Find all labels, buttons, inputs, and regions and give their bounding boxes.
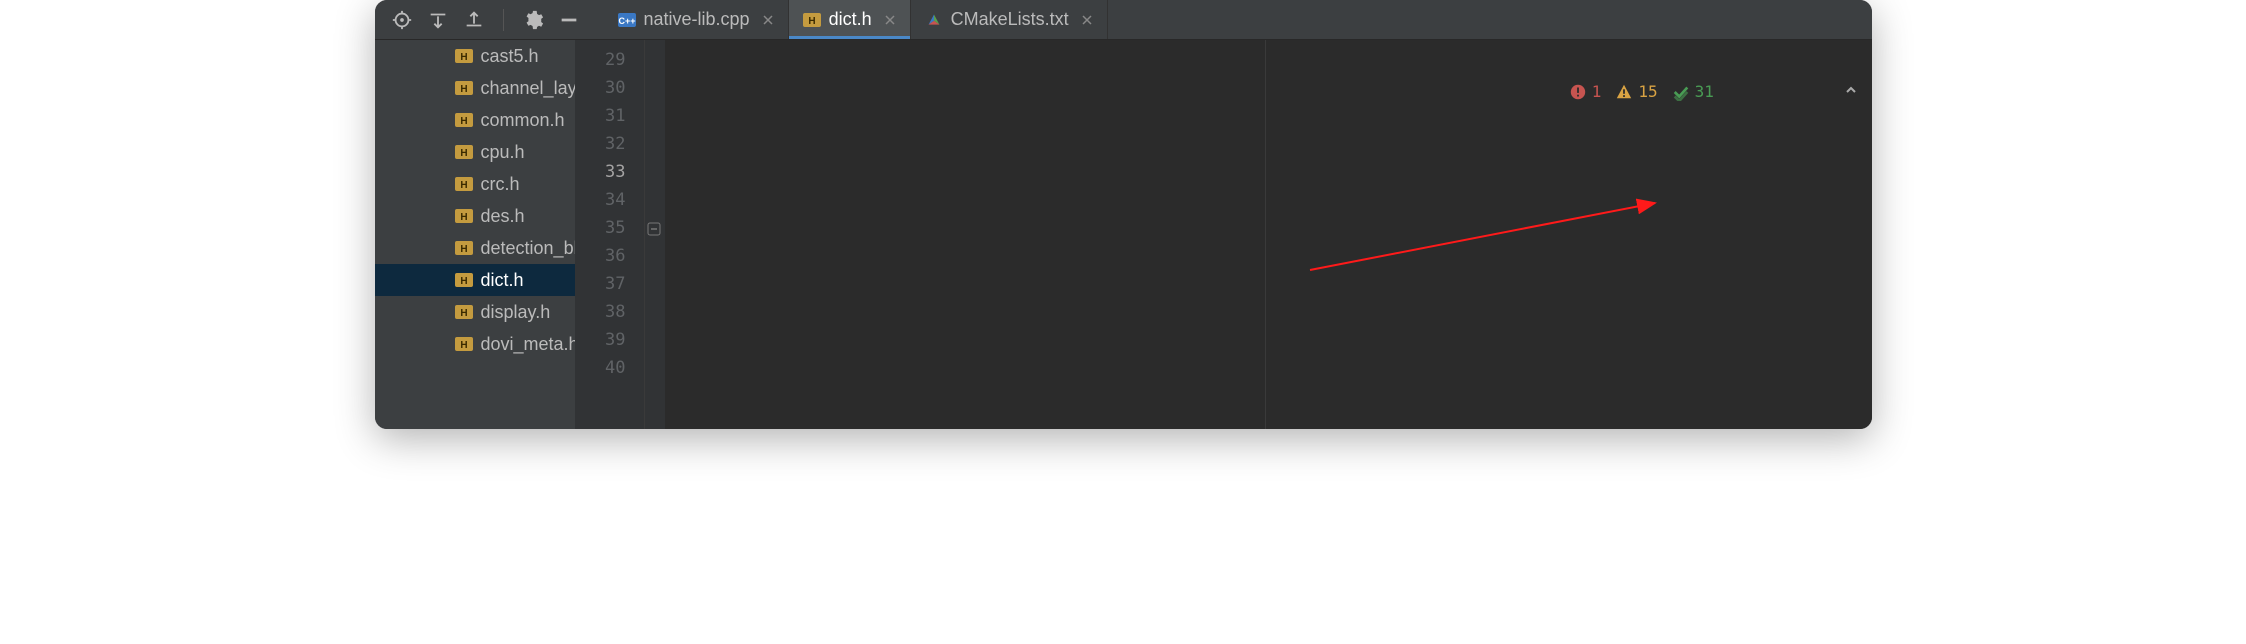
cpp-file-icon: C++	[618, 13, 636, 27]
tree-item[interactable]: Hcrc.h	[375, 168, 575, 200]
tree-item-label: des.h	[481, 204, 525, 228]
tab-dict-h[interactable]: H dict.h	[789, 0, 911, 39]
cmake-file-icon	[925, 13, 943, 27]
svg-text:H: H	[460, 308, 467, 319]
expand-all-icon[interactable]	[427, 9, 449, 31]
header-file-icon: H	[455, 113, 473, 127]
header-file-icon: H	[455, 209, 473, 223]
svg-text:H: H	[460, 116, 467, 127]
warning-indicator[interactable]: 15	[1615, 78, 1657, 106]
minimize-icon[interactable]	[558, 9, 580, 31]
error-indicator[interactable]: 1	[1569, 78, 1602, 106]
tab-cmakelists[interactable]: CMakeLists.txt	[911, 0, 1108, 39]
svg-text:H: H	[460, 340, 467, 351]
tree-item-label: crc.h	[481, 172, 520, 196]
tree-item[interactable]: Hdetection_bbox	[375, 232, 575, 264]
svg-text:H: H	[460, 180, 467, 191]
tree-item-label: cpu.h	[481, 140, 525, 164]
line-number: 38	[581, 298, 626, 326]
tab-native-lib[interactable]: C++ native-lib.cpp	[604, 0, 789, 39]
line-number: 39	[581, 326, 626, 354]
line-number: 29	[581, 46, 626, 74]
tree-item-label: channel_layout.	[481, 76, 575, 100]
tree-item[interactable]: Hcommon.h	[375, 104, 575, 136]
error-count: 1	[1592, 78, 1602, 106]
editor-tabs: C++ native-lib.cpp H dict.h CMakeLists.t…	[604, 0, 1108, 39]
svg-text:H: H	[460, 276, 467, 287]
fold-bar	[645, 40, 665, 429]
svg-text:H: H	[460, 212, 467, 223]
wrap-guide	[1265, 40, 1266, 429]
editor-pane[interactable]: 293031323334353637383940 1 15	[575, 40, 1872, 429]
code-area[interactable]: 1 15 31	[665, 40, 1872, 429]
header-file-icon: H	[455, 145, 473, 159]
line-number: 34	[581, 186, 626, 214]
tree-item[interactable]: Hdict.h	[375, 264, 575, 296]
ok-indicator[interactable]: 31	[1672, 78, 1714, 106]
line-gutter: 293031323334353637383940	[575, 40, 645, 429]
tab-label: dict.h	[829, 9, 872, 30]
line-number: 35	[581, 214, 626, 242]
tree-item[interactable]: Hdovi_meta.h	[375, 328, 575, 360]
svg-text:H: H	[460, 244, 467, 255]
header-file-icon: H	[455, 177, 473, 191]
svg-text:H: H	[460, 52, 467, 63]
tree-item-label: cast5.h	[481, 44, 539, 68]
svg-text:H: H	[460, 84, 467, 95]
tree-item[interactable]: Hdes.h	[375, 200, 575, 232]
line-number: 33	[581, 158, 626, 186]
tree-item-label: dict.h	[481, 268, 524, 292]
collapse-all-icon[interactable]	[463, 9, 485, 31]
tree-item[interactable]: Hcpu.h	[375, 136, 575, 168]
header-file-icon: H	[455, 305, 473, 319]
toolbar-separator	[503, 9, 504, 31]
project-tree[interactable]: Hcast5.hHchannel_layout.Hcommon.hHcpu.hH…	[375, 40, 575, 429]
svg-text:H: H	[460, 148, 467, 159]
top-bar: C++ native-lib.cpp H dict.h CMakeLists.t…	[375, 0, 1872, 40]
tree-item-label: detection_bbox	[481, 236, 575, 260]
chevron-up-icon[interactable]	[1728, 50, 1858, 134]
close-icon[interactable]	[1081, 14, 1093, 26]
header-file-icon: H	[803, 13, 821, 27]
tree-item-label: dovi_meta.h	[481, 332, 575, 356]
ide-window: C++ native-lib.cpp H dict.h CMakeLists.t…	[375, 0, 1872, 429]
tree-item[interactable]: Hchannel_layout.	[375, 72, 575, 104]
header-file-icon: H	[455, 273, 473, 287]
line-number: 32	[581, 130, 626, 158]
line-number: 30	[581, 74, 626, 102]
toolbar	[375, 9, 596, 31]
tree-item[interactable]: Hcast5.h	[375, 40, 575, 72]
tree-item[interactable]: Hdisplay.h	[375, 296, 575, 328]
tab-label: CMakeLists.txt	[951, 9, 1069, 30]
ok-count: 31	[1695, 78, 1714, 106]
line-number: 31	[581, 102, 626, 130]
tab-label: native-lib.cpp	[644, 9, 750, 30]
gear-icon[interactable]	[522, 9, 544, 31]
header-file-icon: H	[455, 49, 473, 63]
svg-text:C++: C++	[618, 16, 635, 26]
close-icon[interactable]	[762, 14, 774, 26]
tree-item-label: display.h	[481, 300, 551, 324]
line-number: 40	[581, 354, 626, 382]
warning-count: 15	[1638, 78, 1657, 106]
tree-item-label: common.h	[481, 108, 565, 132]
close-icon[interactable]	[884, 14, 896, 26]
header-file-icon: H	[455, 81, 473, 95]
target-icon[interactable]	[391, 9, 413, 31]
fold-handle-icon[interactable]	[647, 222, 661, 236]
header-file-icon: H	[455, 241, 473, 255]
line-number: 36	[581, 242, 626, 270]
main-body: Hcast5.hHchannel_layout.Hcommon.hHcpu.hH…	[375, 40, 1872, 429]
inspection-widget[interactable]: 1 15 31	[1569, 50, 1858, 134]
header-file-icon: H	[455, 337, 473, 351]
svg-text:H: H	[808, 16, 815, 27]
line-number: 37	[581, 270, 626, 298]
